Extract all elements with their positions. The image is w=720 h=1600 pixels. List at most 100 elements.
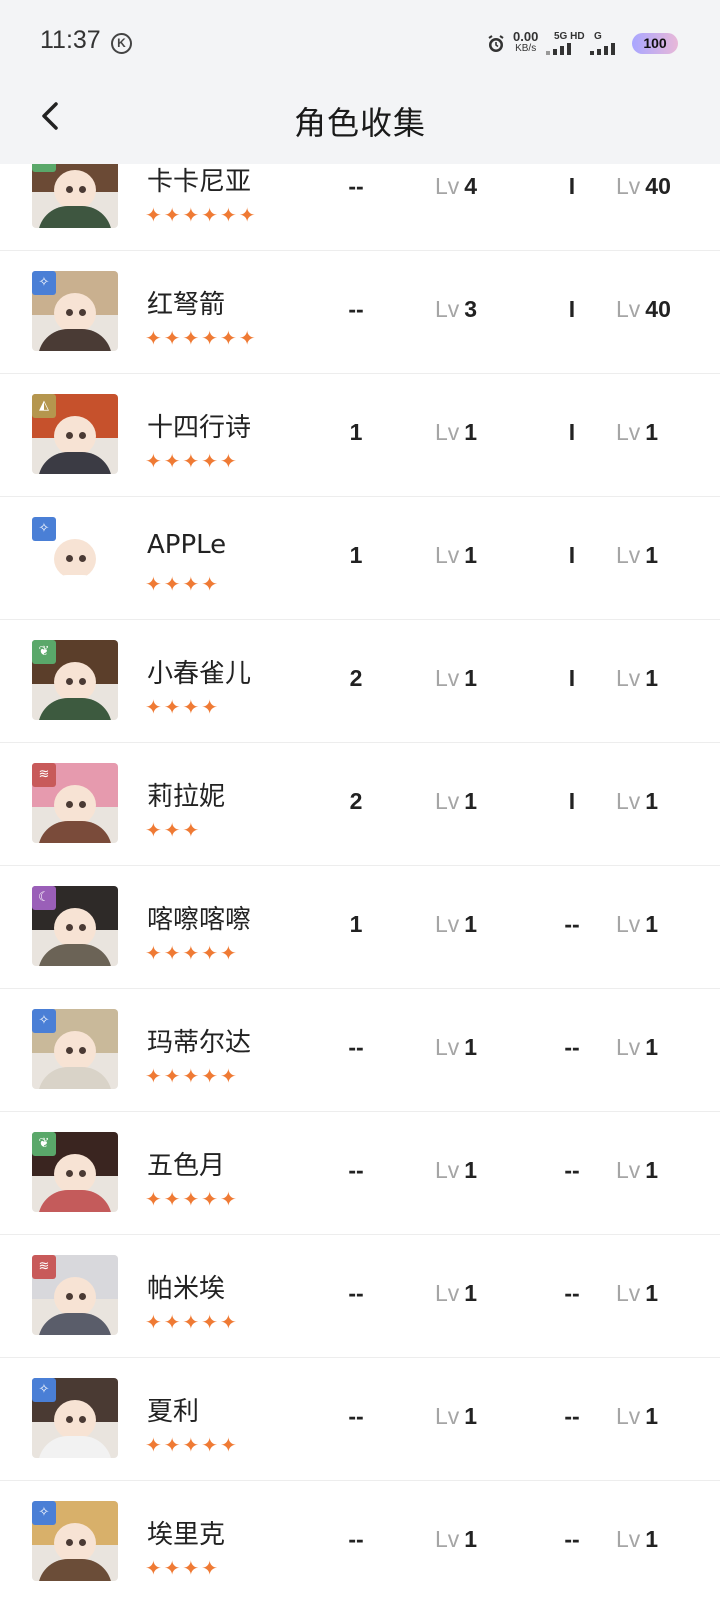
level-number: 1 — [645, 665, 659, 691]
level-number: 1 — [645, 1280, 659, 1306]
count-value: 1 — [349, 542, 363, 568]
count-value: -- — [348, 1280, 364, 1306]
beast-icon: ≋ — [32, 1255, 56, 1279]
star-rating: ✦✦✦✦✦ — [145, 1433, 239, 1457]
character-row[interactable]: ✧ APPLe ✦✦✦✦ 1 Lv 1 I Lv 1 — [0, 494, 720, 620]
character-row[interactable]: ✧ 玛蒂尔达 ✦✦✦✦✦ -- Lv 1 -- Lv 1 — [0, 986, 720, 1112]
star-rating: ✦✦✦✦✦ — [145, 1187, 239, 1211]
level-number: 1 — [645, 1034, 659, 1060]
rank-value: I — [568, 296, 576, 322]
level-number: 1 — [464, 1526, 478, 1552]
level-number: 1 — [464, 1034, 478, 1060]
level-number: 1 — [645, 419, 659, 445]
level-number: 1 — [645, 542, 659, 568]
level-prefix: Lv — [616, 173, 641, 199]
character-row[interactable]: ✧ 红弩箭 ✦✦✦✦✦✦ -- Lv 3 I Lv 40 — [0, 248, 720, 374]
rank-value: I — [568, 173, 576, 199]
max-level-value: Lv 40 — [616, 173, 671, 200]
star-icon: ✧ — [32, 1378, 56, 1402]
level-prefix: Lv — [616, 419, 641, 445]
rank-value: I — [568, 788, 576, 814]
level-number: 1 — [645, 1157, 659, 1183]
level-number: 1 — [464, 665, 478, 691]
level-number: 40 — [645, 296, 671, 322]
star-rating: ✦✦✦✦✦ — [145, 941, 239, 965]
max-level-value: Lv 1 — [616, 542, 658, 569]
signal-icon-2 — [590, 43, 615, 55]
character-row[interactable]: ❦ 五色月 ✦✦✦✦✦ -- Lv 1 -- Lv 1 — [0, 1109, 720, 1235]
network-label-5g: 5G HD — [554, 31, 585, 42]
rank-value: -- — [564, 911, 580, 937]
clock: 11:37 — [40, 26, 101, 54]
character-row[interactable]: ✧ 埃里克 ✦✦✦✦ -- Lv 1 -- Lv 1 — [0, 1478, 720, 1600]
level-prefix: Lv — [616, 1280, 641, 1306]
rank-value: I — [568, 542, 576, 568]
star-rating: ✦✦✦✦✦✦ — [145, 203, 258, 227]
max-level-value: Lv 1 — [616, 1280, 658, 1307]
level-number: 4 — [464, 173, 478, 199]
rank-value: -- — [564, 1280, 580, 1306]
network-speed: 0.00 KB/s — [513, 29, 539, 54]
count-value: 1 — [349, 419, 363, 445]
character-row[interactable]: ☾ 喀嚓喀嚓 ✦✦✦✦✦ 1 Lv 1 -- Lv 1 — [0, 863, 720, 989]
character-row[interactable]: ≋ 莉拉妮 ✦✦✦ 2 Lv 1 I Lv 1 — [0, 740, 720, 866]
rank-value: -- — [564, 1403, 580, 1429]
count-value: -- — [348, 1157, 364, 1183]
max-level-value: Lv 1 — [616, 1403, 658, 1430]
star-icon: ✧ — [32, 1501, 56, 1525]
max-level-value: Lv 1 — [616, 1034, 658, 1061]
level-prefix: Lv — [616, 296, 641, 322]
level-prefix: Lv — [435, 1034, 460, 1060]
character-name: 玛蒂尔达 — [147, 1028, 252, 1058]
level-number: 1 — [645, 788, 659, 814]
max-level-value: Lv 1 — [616, 665, 658, 692]
count-value: 1 — [349, 911, 363, 937]
beast-icon: ≋ — [32, 763, 56, 787]
character-row[interactable]: ❦ 小春雀儿 ✦✦✦✦ 2 Lv 1 I Lv 1 — [0, 617, 720, 743]
level-prefix: Lv — [435, 542, 460, 568]
level-value: Lv 1 — [435, 419, 477, 446]
count-value: -- — [348, 296, 364, 322]
rank-value: -- — [564, 1157, 580, 1183]
character-name: 小春雀儿 — [147, 659, 252, 689]
character-row[interactable]: ◭ 十四行诗 ✦✦✦✦✦ 1 Lv 1 I Lv 1 — [0, 371, 720, 497]
level-value: Lv 1 — [435, 1403, 477, 1430]
level-prefix: Lv — [616, 1526, 641, 1552]
count-value: -- — [348, 173, 364, 199]
level-number: 1 — [464, 911, 478, 937]
character-name: 帕米埃 — [147, 1274, 226, 1304]
level-prefix: Lv — [435, 296, 460, 322]
count-value: -- — [348, 1034, 364, 1060]
level-value: Lv 1 — [435, 911, 477, 938]
max-level-value: Lv 1 — [616, 788, 658, 815]
level-prefix: Lv — [435, 419, 460, 445]
header: 11:37 K 0.00 KB/s 5G HD G 100 角色收集 — [0, 0, 720, 164]
character-name: 莉拉妮 — [147, 782, 226, 812]
leaf-icon: ❦ — [32, 640, 56, 664]
level-prefix: Lv — [435, 1280, 460, 1306]
level-value: Lv 4 — [435, 173, 477, 200]
character-row[interactable]: ≋ 帕米埃 ✦✦✦✦✦ -- Lv 1 -- Lv 1 — [0, 1232, 720, 1358]
count-value: 2 — [349, 788, 363, 814]
status-bar: 11:37 K 0.00 KB/s 5G HD G 100 — [0, 0, 720, 84]
nav-bar: 角色收集 — [0, 84, 720, 164]
level-value: Lv 1 — [435, 788, 477, 815]
level-prefix: Lv — [435, 173, 460, 199]
level-prefix: Lv — [616, 911, 641, 937]
rank-value: -- — [564, 1526, 580, 1552]
character-row[interactable]: ✧ 夏利 ✦✦✦✦✦ -- Lv 1 -- Lv 1 — [0, 1355, 720, 1481]
star-rating: ✦✦✦✦ — [145, 572, 221, 596]
leaf-icon: ❦ — [32, 1132, 56, 1156]
level-value: Lv 1 — [435, 1157, 477, 1184]
level-value: Lv 1 — [435, 1526, 477, 1553]
page-title: 角色收集 — [293, 104, 426, 142]
level-number: 1 — [464, 419, 478, 445]
star-rating: ✦✦✦✦ — [145, 695, 221, 719]
level-prefix: Lv — [616, 1403, 641, 1429]
star-rating: ✦✦✦✦✦ — [145, 1310, 239, 1334]
level-prefix: Lv — [616, 1034, 641, 1060]
level-number: 1 — [645, 911, 659, 937]
star-icon: ✧ — [32, 517, 56, 541]
level-number: 1 — [645, 1526, 659, 1552]
max-level-value: Lv 1 — [616, 1157, 658, 1184]
